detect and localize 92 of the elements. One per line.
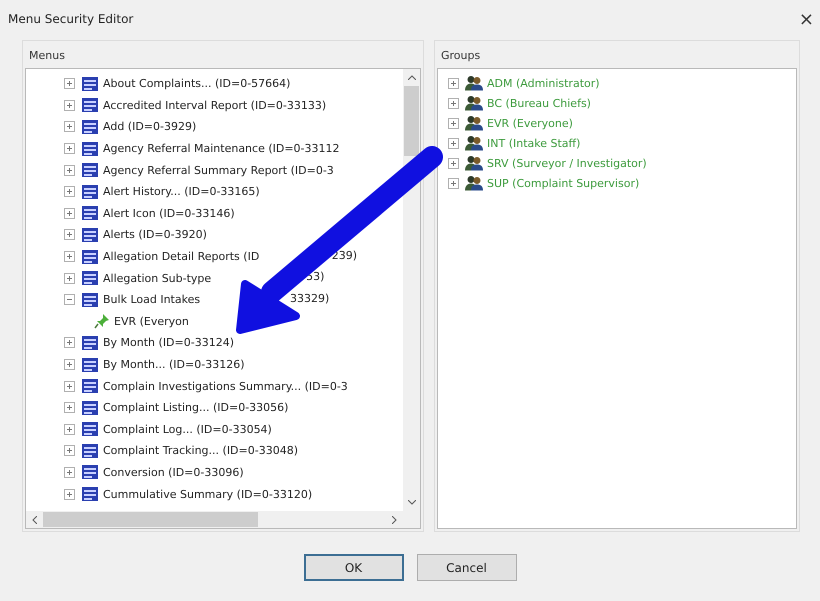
window-title: Menu Security Editor bbox=[8, 12, 134, 26]
menu-item-icon bbox=[81, 161, 99, 180]
scroll-down-icon[interactable] bbox=[408, 500, 416, 505]
menu-item-icon bbox=[81, 442, 99, 460]
scrollbar-thumb[interactable] bbox=[404, 86, 419, 156]
menu-item-icon bbox=[81, 182, 99, 201]
tree-item[interactable]: Alert History... (ID=0-33165) bbox=[103, 185, 260, 198]
tree-item[interactable]: Alerts (ID=0-3920) bbox=[103, 228, 207, 242]
expand-icon[interactable] bbox=[64, 272, 75, 284]
menu-item-icon bbox=[81, 398, 99, 417]
people-icon bbox=[465, 135, 483, 151]
cancel-button[interactable]: Cancel bbox=[416, 554, 516, 581]
tree-item-text: 33329) bbox=[290, 292, 330, 305]
tree-item[interactable]: BC (Bureau Chiefs) bbox=[487, 96, 591, 110]
menu-item-icon bbox=[81, 74, 99, 93]
expand-icon[interactable] bbox=[64, 121, 75, 132]
tree-item[interactable]: Agency Referral Maintenance (ID=0-33112 bbox=[103, 142, 340, 156]
tree-item[interactable]: Conversion (ID=0-33096) bbox=[103, 466, 244, 479]
menu-item-icon bbox=[81, 356, 99, 374]
tree-item[interactable]: Agency Referral Summary Report (ID=0-3 bbox=[103, 164, 334, 177]
tree-item[interactable]: By Month... (ID=0-33126) bbox=[103, 358, 244, 372]
expand-icon[interactable] bbox=[64, 186, 75, 198]
tree-item[interactable]: About Complaints... (ID=0-57664) bbox=[103, 77, 290, 90]
menu-item-icon bbox=[81, 290, 99, 309]
tree-item[interactable]: Cummulative Summary (ID=0-33120) bbox=[103, 488, 312, 501]
expand-icon[interactable] bbox=[448, 158, 459, 168]
collapse-icon[interactable] bbox=[64, 294, 75, 306]
tree-item[interactable]: Complaint Tracking... (ID=0-33048) bbox=[103, 444, 298, 458]
scrollbar-thumb[interactable] bbox=[43, 512, 258, 527]
tree-item[interactable]: Bulk Load Intakes bbox=[103, 293, 200, 306]
tree-item[interactable]: Accredited Interval Report (ID=0-33133) bbox=[103, 98, 326, 112]
expand-icon[interactable] bbox=[64, 445, 75, 456]
expand-icon[interactable] bbox=[64, 466, 75, 478]
people-icon bbox=[465, 155, 483, 171]
menu-item-icon bbox=[81, 96, 99, 114]
tree-item[interactable]: SRV (Surveyor / Investigator) bbox=[487, 156, 647, 170]
tree-item[interactable]: SUP (Complaint Supervisor) bbox=[487, 176, 640, 190]
pin-icon bbox=[94, 313, 110, 330]
people-icon bbox=[465, 75, 483, 91]
horizontal-scrollbar[interactable] bbox=[26, 511, 420, 528]
expand-icon[interactable] bbox=[64, 424, 75, 435]
tree-item[interactable]: Alert Icon (ID=0-33146) bbox=[103, 206, 235, 220]
tree-item[interactable]: EVR (Everyon bbox=[114, 314, 189, 328]
menu-item-icon bbox=[81, 226, 99, 244]
scroll-up-icon[interactable] bbox=[408, 75, 416, 80]
menu-item-icon bbox=[81, 463, 99, 482]
tree-item[interactable]: Complaint Log... (ID=0-33054) bbox=[103, 422, 272, 436]
menu-item-icon bbox=[81, 334, 99, 352]
menu-item-icon bbox=[81, 204, 99, 222]
panel-label: Menus bbox=[28, 48, 66, 64]
expand-icon[interactable] bbox=[64, 143, 75, 154]
close-button[interactable]: × bbox=[798, 8, 814, 30]
expand-icon[interactable] bbox=[64, 402, 75, 414]
tree-item[interactable]: Allegation Sub-type bbox=[103, 272, 212, 285]
tree-item[interactable]: INT (Intake Staff) bbox=[487, 136, 580, 150]
people-icon bbox=[465, 175, 483, 191]
people-icon bbox=[465, 115, 483, 131]
tree-item[interactable]: Add (ID=0-3929) bbox=[103, 120, 196, 134]
expand-icon[interactable] bbox=[448, 138, 459, 148]
menu-item-icon bbox=[81, 485, 99, 504]
expand-icon[interactable] bbox=[448, 78, 459, 88]
tree-item[interactable]: Complaint Listing... (ID=0-33056) bbox=[103, 401, 288, 414]
expand-icon[interactable] bbox=[64, 229, 75, 240]
expand-icon[interactable] bbox=[64, 100, 75, 111]
tree-item[interactable]: ADM (Administrator) bbox=[487, 76, 600, 90]
tree-item[interactable]: Complain Investigations Summary... (ID=0-3 bbox=[103, 380, 348, 393]
expand-icon[interactable] bbox=[448, 98, 459, 108]
menu-item-icon bbox=[81, 248, 99, 266]
expand-icon[interactable] bbox=[64, 251, 75, 262]
menu-item-icon bbox=[81, 269, 99, 288]
menu-item-icon bbox=[81, 140, 99, 158]
expand-icon[interactable] bbox=[64, 488, 75, 500]
scroll-right-icon[interactable] bbox=[392, 516, 397, 524]
expand-icon[interactable] bbox=[64, 337, 75, 348]
expand-icon[interactable] bbox=[448, 178, 459, 188]
expand-icon[interactable] bbox=[64, 78, 75, 90]
expand-icon[interactable] bbox=[64, 359, 75, 370]
expand-icon[interactable] bbox=[448, 118, 459, 128]
expand-icon[interactable] bbox=[64, 164, 75, 176]
scroll-left-icon[interactable] bbox=[32, 516, 37, 524]
tree-item[interactable]: By Month (ID=0-33124) bbox=[103, 336, 234, 350]
menu-item-icon bbox=[81, 377, 99, 396]
expand-icon[interactable] bbox=[64, 208, 75, 219]
menu-item-icon bbox=[81, 118, 99, 136]
tree-item[interactable]: EVR (Everyone) bbox=[487, 116, 573, 130]
tree-item[interactable]: Allegation Detail Reports (ID bbox=[103, 250, 260, 264]
menu-item-icon bbox=[81, 420, 99, 438]
expand-icon[interactable] bbox=[64, 380, 75, 392]
panel-label: Groups bbox=[440, 48, 482, 64]
vertical-scrollbar[interactable] bbox=[403, 69, 420, 511]
people-icon bbox=[465, 95, 483, 111]
ok-button[interactable]: OK bbox=[304, 554, 404, 581]
